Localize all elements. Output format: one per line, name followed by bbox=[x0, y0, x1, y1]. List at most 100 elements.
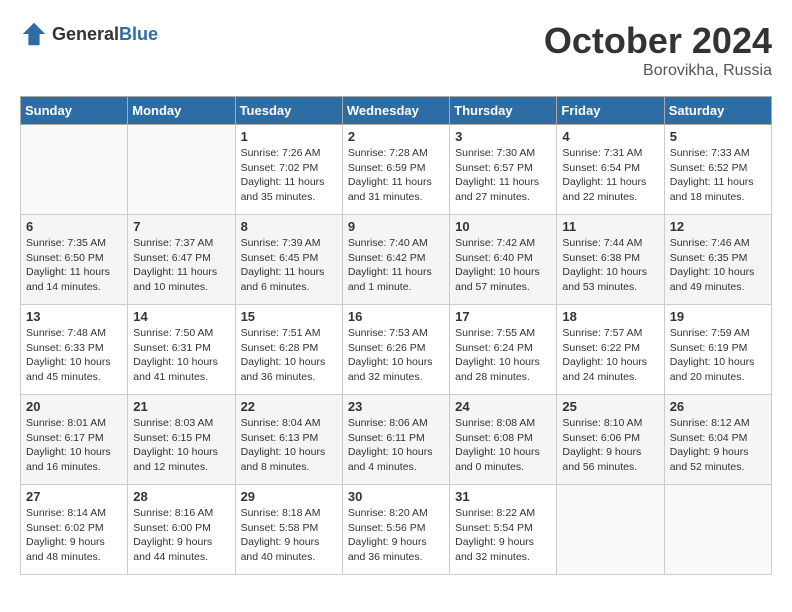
day-detail: Sunrise: 7:53 AM Sunset: 6:26 PM Dayligh… bbox=[348, 326, 444, 385]
calendar-week-row: 6 Sunrise: 7:35 AM Sunset: 6:50 PM Daylig… bbox=[21, 215, 772, 305]
title-block: October 2024 Borovikha, Russia bbox=[544, 20, 772, 80]
calendar-cell: 24Sunrise: 8:08 AM Sunset: 6:08 PM Dayli… bbox=[450, 395, 557, 485]
day-detail: Sunrise: 7:35 AM Sunset: 6:50 PM Dayligh… bbox=[26, 236, 122, 295]
calendar-cell bbox=[557, 485, 664, 575]
calendar-cell: 13Sunrise: 7:48 AM Sunset: 6:33 PM Dayli… bbox=[21, 305, 128, 395]
weekday-header-friday: Friday bbox=[557, 97, 664, 125]
day-number: 30 bbox=[348, 489, 444, 504]
calendar-cell: 8 Sunrise: 7:39 AM Sunset: 6:45 PM Daylig… bbox=[235, 215, 342, 305]
calendar-cell: 15 Sunrise: 7:51 AM Sunset: 6:28 PM Dayli… bbox=[235, 305, 342, 395]
calendar-cell: 29 Sunrise: 8:18 AM Sunset: 5:58 PM Dayli… bbox=[235, 485, 342, 575]
calendar-cell: 10Sunrise: 7:42 AM Sunset: 6:40 PM Dayli… bbox=[450, 215, 557, 305]
day-detail: Sunrise: 8:12 AM Sunset: 6:04 PM Dayligh… bbox=[670, 416, 766, 475]
day-detail: Sunrise: 8:18 AM Sunset: 5:58 PM Dayligh… bbox=[241, 506, 337, 565]
day-number: 11 bbox=[562, 219, 658, 234]
day-detail: Sunrise: 8:01 AM Sunset: 6:17 PM Dayligh… bbox=[26, 416, 122, 475]
calendar-cell bbox=[21, 125, 128, 215]
calendar-cell: 7Sunrise: 7:37 AM Sunset: 6:47 PM Daylig… bbox=[128, 215, 235, 305]
calendar-cell: 6 Sunrise: 7:35 AM Sunset: 6:50 PM Daylig… bbox=[21, 215, 128, 305]
calendar-cell: 31Sunrise: 8:22 AM Sunset: 5:54 PM Dayli… bbox=[450, 485, 557, 575]
calendar-cell: 9 Sunrise: 7:40 AM Sunset: 6:42 PM Daylig… bbox=[342, 215, 449, 305]
logo-icon bbox=[20, 20, 48, 48]
day-number: 29 bbox=[241, 489, 337, 504]
location-title: Borovikha, Russia bbox=[544, 62, 772, 80]
calendar-cell: 5 Sunrise: 7:33 AM Sunset: 6:52 PM Daylig… bbox=[664, 125, 771, 215]
day-number: 12 bbox=[670, 219, 766, 234]
day-number: 21 bbox=[133, 399, 229, 414]
day-detail: Sunrise: 8:03 AM Sunset: 6:15 PM Dayligh… bbox=[133, 416, 229, 475]
month-title: October 2024 bbox=[544, 20, 772, 62]
calendar-cell: 19 Sunrise: 7:59 AM Sunset: 6:19 PM Dayli… bbox=[664, 305, 771, 395]
calendar-cell: 20Sunrise: 8:01 AM Sunset: 6:17 PM Dayli… bbox=[21, 395, 128, 485]
day-number: 6 bbox=[26, 219, 122, 234]
day-detail: Sunrise: 7:40 AM Sunset: 6:42 PM Dayligh… bbox=[348, 236, 444, 295]
day-detail: Sunrise: 7:39 AM Sunset: 6:45 PM Dayligh… bbox=[241, 236, 337, 295]
day-detail: Sunrise: 8:16 AM Sunset: 6:00 PM Dayligh… bbox=[133, 506, 229, 565]
day-number: 2 bbox=[348, 129, 444, 144]
day-number: 3 bbox=[455, 129, 551, 144]
calendar-cell: 23 Sunrise: 8:06 AM Sunset: 6:11 PM Dayli… bbox=[342, 395, 449, 485]
calendar-cell: 4Sunrise: 7:31 AM Sunset: 6:54 PM Daylig… bbox=[557, 125, 664, 215]
calendar-week-row: 1Sunrise: 7:26 AM Sunset: 7:02 PM Daylig… bbox=[21, 125, 772, 215]
day-number: 23 bbox=[348, 399, 444, 414]
day-number: 16 bbox=[348, 309, 444, 324]
weekday-header-saturday: Saturday bbox=[664, 97, 771, 125]
day-number: 28 bbox=[133, 489, 229, 504]
calendar-week-row: 13Sunrise: 7:48 AM Sunset: 6:33 PM Dayli… bbox=[21, 305, 772, 395]
day-detail: Sunrise: 8:22 AM Sunset: 5:54 PM Dayligh… bbox=[455, 506, 551, 565]
day-detail: Sunrise: 7:57 AM Sunset: 6:22 PM Dayligh… bbox=[562, 326, 658, 385]
day-number: 4 bbox=[562, 129, 658, 144]
logo: GeneralBlue bbox=[20, 20, 158, 48]
calendar-cell: 30 Sunrise: 8:20 AM Sunset: 5:56 PM Dayli… bbox=[342, 485, 449, 575]
calendar-cell: 14Sunrise: 7:50 AM Sunset: 6:31 PM Dayli… bbox=[128, 305, 235, 395]
day-detail: Sunrise: 7:42 AM Sunset: 6:40 PM Dayligh… bbox=[455, 236, 551, 295]
calendar-cell: 1Sunrise: 7:26 AM Sunset: 7:02 PM Daylig… bbox=[235, 125, 342, 215]
weekday-header-monday: Monday bbox=[128, 97, 235, 125]
day-number: 1 bbox=[241, 129, 337, 144]
calendar-cell: 11 Sunrise: 7:44 AM Sunset: 6:38 PM Dayli… bbox=[557, 215, 664, 305]
calendar-cell: 25Sunrise: 8:10 AM Sunset: 6:06 PM Dayli… bbox=[557, 395, 664, 485]
day-number: 22 bbox=[241, 399, 337, 414]
day-number: 24 bbox=[455, 399, 551, 414]
day-detail: Sunrise: 8:14 AM Sunset: 6:02 PM Dayligh… bbox=[26, 506, 122, 565]
calendar-cell: 3 Sunrise: 7:30 AM Sunset: 6:57 PM Daylig… bbox=[450, 125, 557, 215]
day-number: 18 bbox=[562, 309, 658, 324]
calendar-cell: 22 Sunrise: 8:04 AM Sunset: 6:13 PM Dayli… bbox=[235, 395, 342, 485]
calendar-cell: 18 Sunrise: 7:57 AM Sunset: 6:22 PM Dayli… bbox=[557, 305, 664, 395]
weekday-header-thursday: Thursday bbox=[450, 97, 557, 125]
weekday-header-row: SundayMondayTuesdayWednesdayThursdayFrid… bbox=[21, 97, 772, 125]
day-number: 17 bbox=[455, 309, 551, 324]
day-number: 8 bbox=[241, 219, 337, 234]
day-number: 9 bbox=[348, 219, 444, 234]
day-detail: Sunrise: 7:33 AM Sunset: 6:52 PM Dayligh… bbox=[670, 146, 766, 205]
calendar-cell: 28 Sunrise: 8:16 AM Sunset: 6:00 PM Dayli… bbox=[128, 485, 235, 575]
day-number: 19 bbox=[670, 309, 766, 324]
day-number: 26 bbox=[670, 399, 766, 414]
calendar-cell: 21 Sunrise: 8:03 AM Sunset: 6:15 PM Dayli… bbox=[128, 395, 235, 485]
day-detail: Sunrise: 7:46 AM Sunset: 6:35 PM Dayligh… bbox=[670, 236, 766, 295]
day-detail: Sunrise: 8:04 AM Sunset: 6:13 PM Dayligh… bbox=[241, 416, 337, 475]
day-detail: Sunrise: 8:06 AM Sunset: 6:11 PM Dayligh… bbox=[348, 416, 444, 475]
day-detail: Sunrise: 7:51 AM Sunset: 6:28 PM Dayligh… bbox=[241, 326, 337, 385]
day-detail: Sunrise: 7:48 AM Sunset: 6:33 PM Dayligh… bbox=[26, 326, 122, 385]
calendar-cell: 26 Sunrise: 8:12 AM Sunset: 6:04 PM Dayli… bbox=[664, 395, 771, 485]
calendar-week-row: 20Sunrise: 8:01 AM Sunset: 6:17 PM Dayli… bbox=[21, 395, 772, 485]
day-number: 5 bbox=[670, 129, 766, 144]
logo-blue-text: Blue bbox=[119, 24, 158, 44]
calendar-cell: 12 Sunrise: 7:46 AM Sunset: 6:35 PM Dayli… bbox=[664, 215, 771, 305]
day-detail: Sunrise: 8:20 AM Sunset: 5:56 PM Dayligh… bbox=[348, 506, 444, 565]
day-detail: Sunrise: 7:44 AM Sunset: 6:38 PM Dayligh… bbox=[562, 236, 658, 295]
calendar-week-row: 27Sunrise: 8:14 AM Sunset: 6:02 PM Dayli… bbox=[21, 485, 772, 575]
calendar-cell: 2 Sunrise: 7:28 AM Sunset: 6:59 PM Daylig… bbox=[342, 125, 449, 215]
weekday-header-wednesday: Wednesday bbox=[342, 97, 449, 125]
day-detail: Sunrise: 7:28 AM Sunset: 6:59 PM Dayligh… bbox=[348, 146, 444, 205]
day-detail: Sunrise: 7:30 AM Sunset: 6:57 PM Dayligh… bbox=[455, 146, 551, 205]
day-number: 15 bbox=[241, 309, 337, 324]
calendar-cell: 27Sunrise: 8:14 AM Sunset: 6:02 PM Dayli… bbox=[21, 485, 128, 575]
calendar-cell: 16 Sunrise: 7:53 AM Sunset: 6:26 PM Dayli… bbox=[342, 305, 449, 395]
day-detail: Sunrise: 7:37 AM Sunset: 6:47 PM Dayligh… bbox=[133, 236, 229, 295]
day-detail: Sunrise: 7:59 AM Sunset: 6:19 PM Dayligh… bbox=[670, 326, 766, 385]
calendar-table: SundayMondayTuesdayWednesdayThursdayFrid… bbox=[20, 96, 772, 575]
calendar-cell: 17Sunrise: 7:55 AM Sunset: 6:24 PM Dayli… bbox=[450, 305, 557, 395]
day-detail: Sunrise: 7:50 AM Sunset: 6:31 PM Dayligh… bbox=[133, 326, 229, 385]
